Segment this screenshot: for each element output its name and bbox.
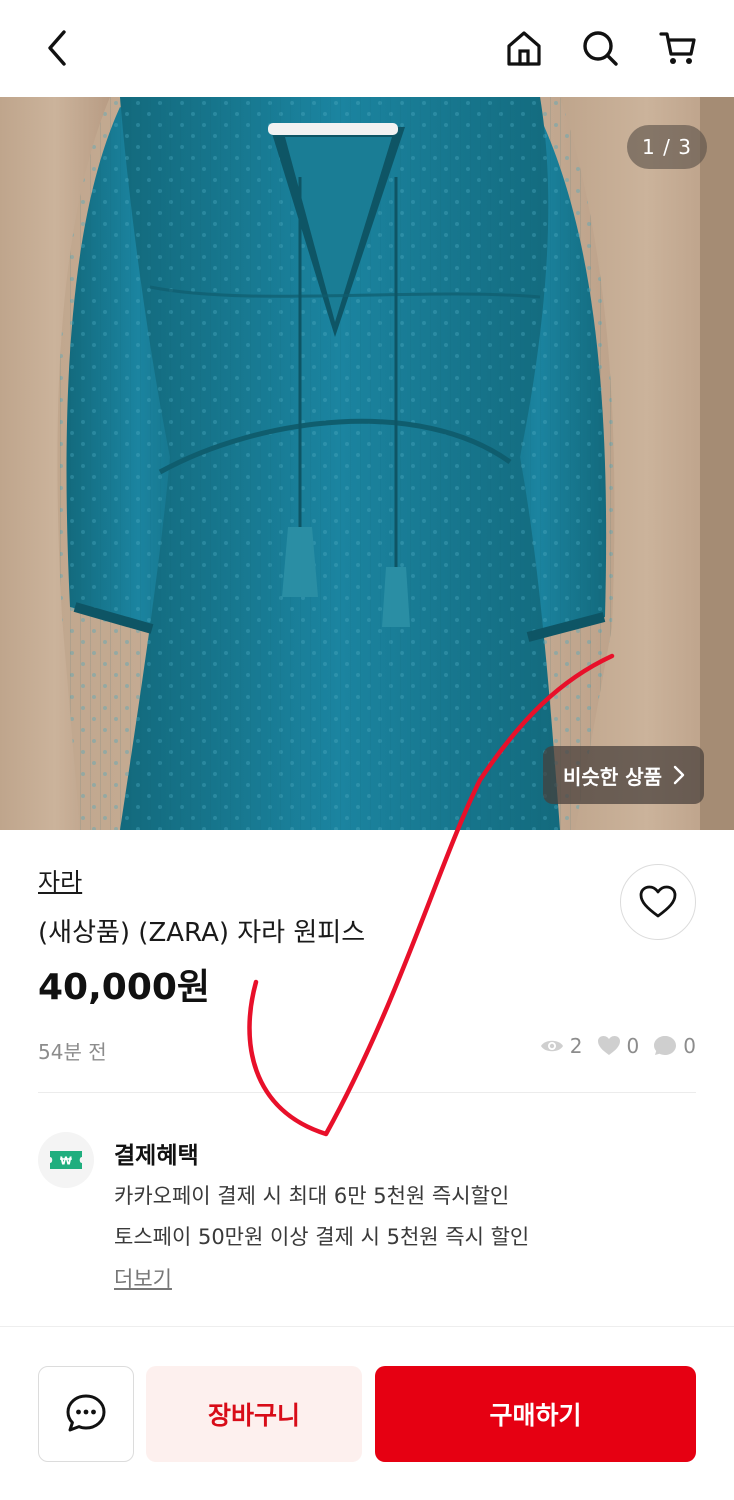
add-to-cart-button[interactable]: 장바구니 xyxy=(146,1366,362,1462)
product-title: (새상품) (ZARA) 자라 원피스 xyxy=(38,918,366,948)
chat-dots-icon xyxy=(66,1394,106,1432)
payment-benefit-tosspay: 토스페이 50만원 이상 결제 시 5천원 즉시 할인 xyxy=(114,1225,530,1249)
brand-link[interactable]: 자라 xyxy=(38,862,82,897)
like-count-value: 0 xyxy=(626,1034,640,1058)
buy-now-button[interactable]: 구매하기 xyxy=(375,1366,696,1462)
product-photo xyxy=(0,97,734,830)
view-count-value: 2 xyxy=(569,1034,583,1058)
top-app-bar xyxy=(0,0,734,97)
cart-icon xyxy=(659,32,696,64)
payment-benefit-badge: ₩ xyxy=(38,1132,94,1188)
chevron-left-icon xyxy=(48,30,66,66)
section-divider xyxy=(38,1092,696,1093)
posted-time: 54분 전 xyxy=(38,1040,107,1064)
won-coupon-icon: ₩ xyxy=(50,1151,82,1169)
product-stats: 2 0 0 xyxy=(530,1034,696,1058)
similar-products-button[interactable]: 비슷한 상품 xyxy=(543,746,704,804)
heart-icon xyxy=(639,885,677,918)
wishlist-button[interactable] xyxy=(620,864,696,940)
search-icon xyxy=(583,31,618,66)
search-button[interactable] xyxy=(576,24,624,72)
back-button[interactable] xyxy=(34,24,82,72)
home-button[interactable] xyxy=(500,24,548,72)
cart-button[interactable] xyxy=(654,24,702,72)
svg-text:₩: ₩ xyxy=(60,1155,72,1168)
product-image-gallery[interactable]: 1 / 3 비슷한 상품 xyxy=(0,97,734,830)
payment-benefit-kakaopay: 카카오페이 결제 시 최대 6만 5천원 즉시할인 xyxy=(114,1184,510,1208)
chat-count: 0 xyxy=(653,1034,696,1058)
heart-filled-icon xyxy=(597,1036,620,1055)
bottom-bar-divider xyxy=(0,1326,734,1327)
product-price: 40,000원 xyxy=(38,967,211,1008)
payment-benefit-title: 결제혜택 xyxy=(114,1143,199,1169)
chat-count-value: 0 xyxy=(683,1034,696,1058)
chevron-right-icon xyxy=(673,765,685,785)
like-count: 0 xyxy=(597,1034,640,1058)
view-count: 2 xyxy=(540,1034,583,1058)
eye-icon xyxy=(540,1040,563,1052)
chat-button[interactable] xyxy=(38,1366,134,1462)
similar-products-label: 비슷한 상품 xyxy=(563,764,662,789)
chat-bubble-icon xyxy=(654,1036,677,1055)
benefit-more-link[interactable]: 더보기 xyxy=(114,1263,172,1293)
image-counter: 1 / 3 xyxy=(627,125,707,169)
home-icon xyxy=(507,31,541,66)
